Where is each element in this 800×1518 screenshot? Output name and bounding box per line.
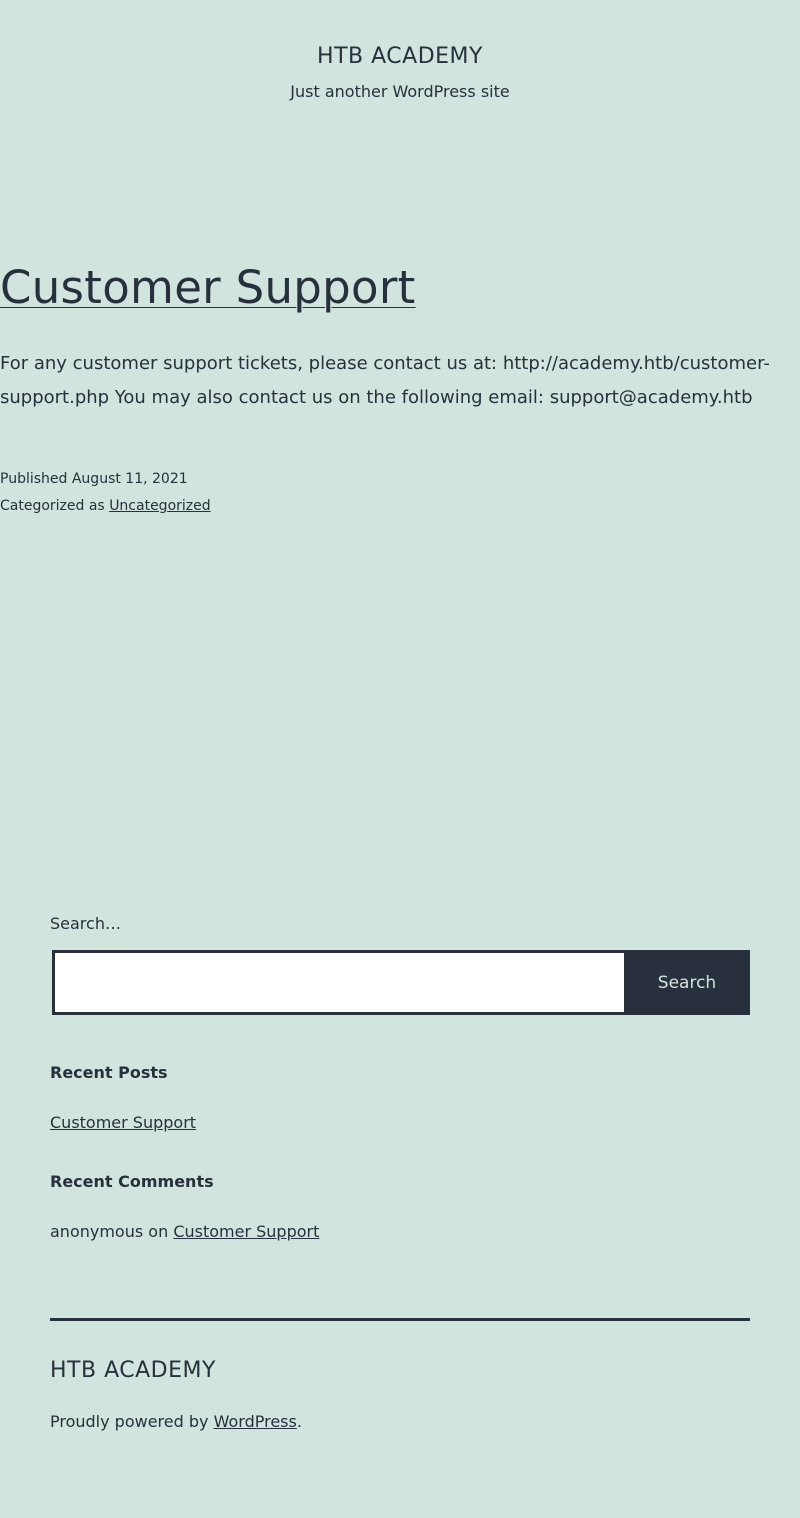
comment-post-link[interactable]: Customer Support (173, 1222, 319, 1241)
post-category-meta: Categorized as Uncategorized (0, 496, 211, 516)
powered-prefix: Proudly powered by (50, 1412, 209, 1431)
footer-site-title-link[interactable]: HTB ACADEMY (50, 1358, 216, 1383)
search-button[interactable]: Search (624, 950, 750, 1015)
published-date: August 11, 2021 (71, 471, 188, 487)
post-title-link[interactable]: Customer Support (0, 258, 416, 318)
wordpress-link[interactable]: WordPress (214, 1412, 297, 1431)
recent-comment-item: anonymous on Customer Support (50, 1222, 319, 1241)
powered-suffix: . (296, 1412, 302, 1431)
recent-comments-heading: Recent Comments (50, 1172, 214, 1191)
search-label: Search… (50, 914, 121, 933)
published-label: Published (0, 471, 68, 487)
search-input[interactable] (52, 950, 626, 1015)
recent-post-link[interactable]: Customer Support (50, 1113, 196, 1132)
comment-on-text: on (148, 1222, 169, 1241)
post-published-meta: Published August 11, 2021 (0, 469, 188, 489)
site-description: Just another WordPress site (290, 82, 510, 101)
post-content: For any customer support tickets, please… (0, 353, 770, 408)
comment-author: anonymous (50, 1222, 144, 1241)
recent-posts-heading: Recent Posts (50, 1063, 168, 1082)
category-link[interactable]: Uncategorized (109, 498, 210, 514)
powered-by-text: Proudly powered by WordPress. (50, 1412, 302, 1431)
categorized-label: Categorized as (0, 498, 105, 514)
site-title-link[interactable]: HTB ACADEMY (0, 44, 800, 69)
footer-divider (50, 1318, 750, 1321)
